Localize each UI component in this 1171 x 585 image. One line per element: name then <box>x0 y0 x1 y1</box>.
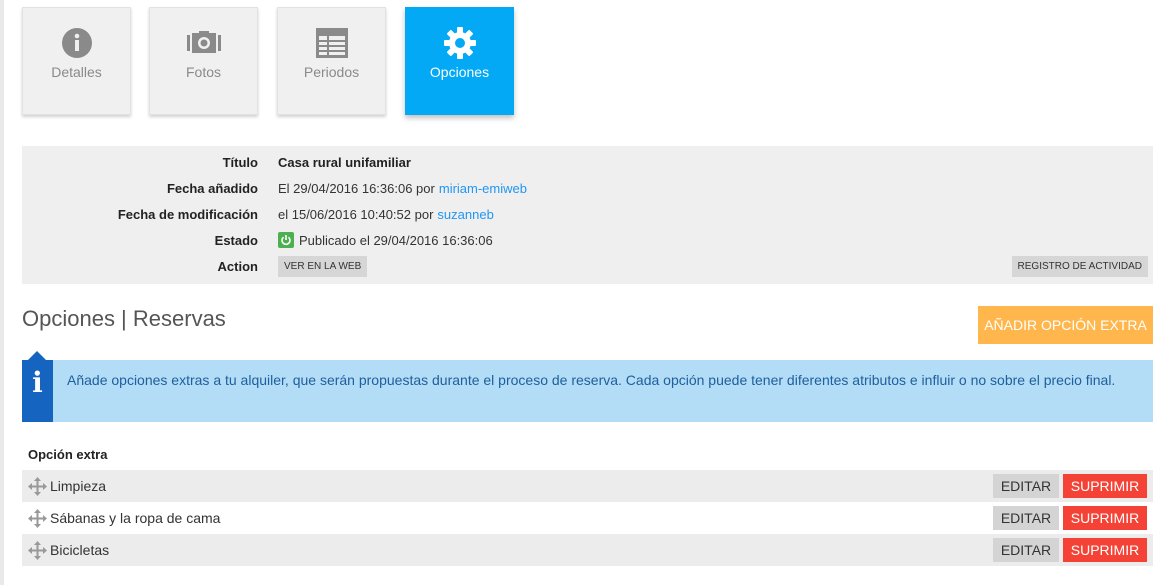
action-value: VER EN LA WEB <box>278 255 368 277</box>
titulo-value: Casa rural unifamiliar <box>278 154 411 170</box>
edit-button[interactable]: EDITAR <box>993 538 1059 562</box>
edit-button[interactable]: EDITAR <box>993 506 1059 530</box>
camera-icon <box>150 27 257 59</box>
fecha-mod-label: Fecha de modificación <box>117 206 258 222</box>
fecha-anadido-text: El 29/04/2016 16:36:06 por <box>278 180 435 196</box>
tab-label: Periodos <box>303 64 360 80</box>
table-row: Sábanas y la ropa de cama EDITAR SUPRIMI… <box>22 502 1153 534</box>
action-row: Action VER EN LA WEB <box>22 255 1153 277</box>
table-header: Opción extra <box>28 447 108 462</box>
estado-text: Publicado el 29/04/2016 16:36:06 <box>299 232 493 248</box>
titulo-row: Título Casa rural unifamiliar <box>22 152 1153 172</box>
power-icon <box>278 232 294 248</box>
row-actions: EDITAR SUPRIMIR <box>993 538 1147 562</box>
tab-detalles[interactable]: Detalles <box>22 7 131 115</box>
tab-opciones[interactable]: Opciones <box>405 7 514 115</box>
row-label: Limpieza <box>50 478 107 494</box>
view-web-button[interactable]: VER EN LA WEB <box>278 255 368 277</box>
drag-handle-icon[interactable] <box>28 540 47 560</box>
drag-handle-icon[interactable] <box>28 508 47 528</box>
fecha-mod-row: Fecha de modificación el 15/06/2016 10:4… <box>22 204 1153 224</box>
info-alert: Añade opciones extras a tu alquiler, que… <box>53 360 1153 422</box>
alert-notch <box>28 351 46 360</box>
section-title: Opciones | Reservas <box>22 306 226 331</box>
estado-value: Publicado el 29/04/2016 16:36:06 <box>278 232 493 248</box>
fecha-anadido-label: Fecha añadido <box>166 180 258 196</box>
details-panel: Título Casa rural unifamiliar Fecha añad… <box>22 146 1153 284</box>
left-border <box>0 0 4 585</box>
fecha-mod-text: el 15/06/2016 10:40:52 por <box>278 206 434 222</box>
tab-periodos[interactable]: Periodos <box>277 7 386 115</box>
tab-label: Detalles <box>51 64 102 80</box>
row-actions: EDITAR SUPRIMIR <box>993 506 1147 530</box>
tab-fotos[interactable]: Fotos <box>149 7 258 115</box>
table-row: Limpieza EDITAR SUPRIMIR <box>22 470 1153 502</box>
add-extra-option-button[interactable]: AÑADIR OPCIÓN EXTRA <box>978 306 1153 344</box>
tab-label: Opciones <box>429 64 490 80</box>
row-label: Sábanas y la ropa de cama <box>50 510 221 526</box>
alert-text: Añade opciones extras a tu alquiler, que… <box>67 372 1116 388</box>
table-row: Bicicletas EDITAR SUPRIMIR <box>22 534 1153 566</box>
delete-button[interactable]: SUPRIMIR <box>1063 538 1147 562</box>
calendar-grid-icon <box>278 27 385 59</box>
fecha-mod-value: el 15/06/2016 10:40:52 por suzanneb <box>278 207 494 222</box>
drag-handle-icon[interactable] <box>28 476 47 496</box>
fecha-anadido-row: Fecha añadido El 29/04/2016 16:36:06 por… <box>22 178 1153 198</box>
tab-label: Fotos <box>185 64 221 80</box>
titulo-label: Título <box>222 154 258 170</box>
delete-button[interactable]: SUPRIMIR <box>1063 506 1147 530</box>
row-actions: EDITAR SUPRIMIR <box>993 474 1147 498</box>
user-link-suzanneb[interactable]: suzanneb <box>437 207 493 222</box>
activity-log-button[interactable]: REGISTRO DE ACTIVIDAD <box>1011 256 1148 277</box>
info-icon <box>23 27 130 59</box>
user-link-miriam[interactable]: miriam-emiweb <box>439 181 527 196</box>
estado-row: Estado Publicado el 29/04/2016 16:36:06 <box>22 230 1153 250</box>
edit-button[interactable]: EDITAR <box>993 474 1059 498</box>
gear-icon <box>406 27 513 59</box>
delete-button[interactable]: SUPRIMIR <box>1063 474 1147 498</box>
info-icon: i <box>32 366 43 399</box>
action-label: Action <box>217 258 258 274</box>
row-label: Bicicletas <box>50 542 110 558</box>
estado-label: Estado <box>214 232 258 248</box>
fecha-anadido-value: El 29/04/2016 16:36:06 por miriam-emiweb <box>278 181 527 196</box>
